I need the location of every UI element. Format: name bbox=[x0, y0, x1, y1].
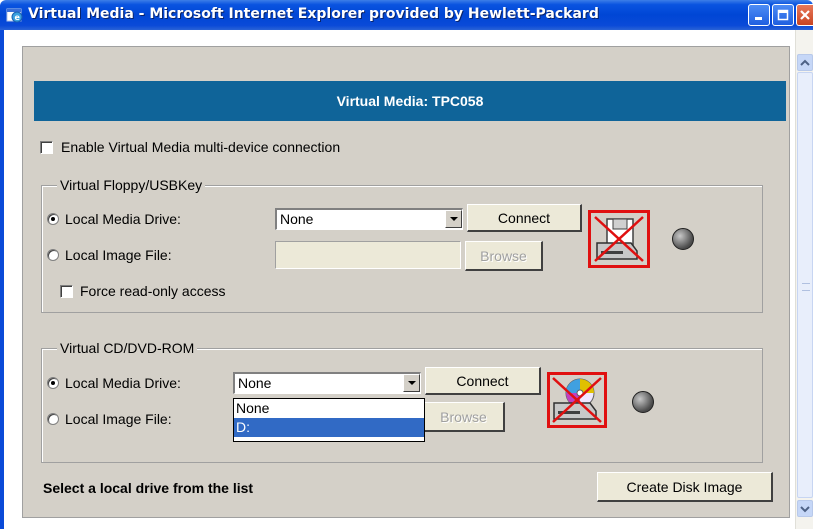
cdrom-drive-icon bbox=[552, 377, 602, 423]
cdrom-drive-select[interactable]: None bbox=[233, 372, 421, 394]
minimize-button[interactable] bbox=[748, 4, 770, 26]
floppy-local-image-radio[interactable] bbox=[47, 249, 59, 261]
window-border-left bbox=[0, 30, 4, 529]
cdrom-option-none[interactable]: None bbox=[234, 399, 424, 418]
minimize-icon bbox=[755, 17, 762, 20]
maximize-button[interactable] bbox=[772, 4, 794, 26]
multi-device-checkbox[interactable] bbox=[40, 141, 53, 154]
arrow-down-icon bbox=[800, 505, 810, 512]
scroll-up-button[interactable] bbox=[797, 54, 813, 71]
floppy-local-drive-radio[interactable] bbox=[47, 213, 59, 225]
internet-explorer-icon: e bbox=[6, 8, 23, 23]
scroll-down-button[interactable] bbox=[797, 500, 813, 517]
floppy-drive-icon bbox=[594, 216, 644, 262]
floppy-group-legend: Virtual Floppy/USBKey bbox=[57, 177, 206, 193]
status-message: Select a local drive from the list bbox=[43, 480, 254, 496]
cdrom-local-image-radio[interactable] bbox=[47, 413, 59, 425]
floppy-connect-button[interactable]: Connect bbox=[467, 204, 582, 232]
cdrom-local-image-label: Local Image File: bbox=[65, 411, 172, 427]
floppy-image-path-input[interactable] bbox=[275, 241, 461, 269]
cdrom-group-legend: Virtual CD/DVD-ROM bbox=[57, 340, 198, 356]
floppy-readonly-checkbox[interactable] bbox=[60, 285, 73, 298]
floppy-disconnected-icon bbox=[588, 210, 650, 268]
cdrom-disconnected-icon bbox=[547, 372, 607, 428]
cdrom-local-drive-radio[interactable] bbox=[47, 377, 59, 389]
floppy-local-image-label: Local Image File: bbox=[65, 247, 172, 263]
chevron-down-icon[interactable] bbox=[403, 374, 420, 392]
maximize-icon bbox=[777, 9, 789, 21]
cdrom-local-drive-label: Local Media Drive: bbox=[65, 375, 181, 391]
floppy-browse-button[interactable]: Browse bbox=[465, 241, 543, 271]
cdrom-browse-button[interactable]: Browse bbox=[423, 402, 505, 432]
window-title: Virtual Media - Microsoft Internet Explo… bbox=[28, 6, 599, 22]
cdrom-drive-dropdown-list[interactable]: None D: bbox=[233, 398, 425, 442]
chevron-down-icon[interactable] bbox=[445, 210, 462, 228]
cdrom-option-d[interactable]: D: bbox=[234, 418, 424, 437]
floppy-status-led bbox=[672, 228, 694, 250]
close-button[interactable] bbox=[796, 4, 813, 26]
floppy-drive-select[interactable]: None bbox=[275, 208, 463, 230]
floppy-readonly-label: Force read-only access bbox=[80, 283, 226, 299]
virtual-media-panel: Virtual Media: TPC058 Enable Virtual Med… bbox=[22, 46, 790, 518]
window-title-bar: e Virtual Media - Microsoft Internet Exp… bbox=[0, 0, 813, 30]
scroll-grip bbox=[802, 283, 810, 291]
vertical-scrollbar[interactable] bbox=[795, 30, 813, 529]
page-title: Virtual Media: TPC058 bbox=[34, 81, 786, 121]
create-disk-image-button[interactable]: Create Disk Image bbox=[597, 472, 773, 502]
arrow-up-icon bbox=[800, 59, 810, 66]
svg-text:e: e bbox=[15, 13, 21, 22]
close-icon bbox=[800, 10, 810, 20]
floppy-drive-value: None bbox=[280, 211, 314, 227]
scroll-thumb[interactable] bbox=[797, 72, 813, 498]
cdrom-connect-button[interactable]: Connect bbox=[425, 367, 541, 395]
cdrom-status-led bbox=[632, 391, 654, 413]
floppy-local-drive-label: Local Media Drive: bbox=[65, 211, 181, 227]
multi-device-label: Enable Virtual Media multi-device connec… bbox=[61, 139, 341, 155]
cdrom-drive-value: None bbox=[238, 375, 272, 391]
